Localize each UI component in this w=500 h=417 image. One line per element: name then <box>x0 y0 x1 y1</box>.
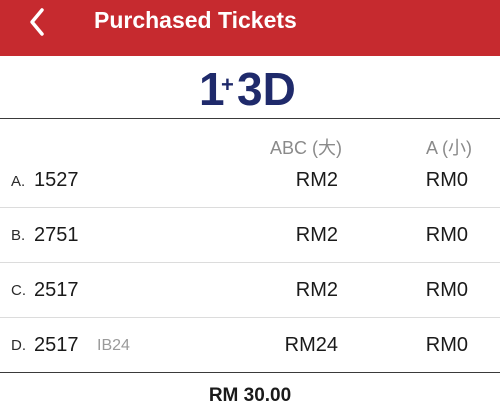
logo-part-2: 3D <box>237 63 296 112</box>
ticket-number: 2517 <box>34 334 79 356</box>
app-header: Purchased Tickets <box>0 0 500 56</box>
small-amount: RM0 <box>425 169 468 191</box>
ticket-row: D. 2517 IB24 RM24 RM0 <box>0 319 500 373</box>
chevron-left-icon <box>30 8 44 36</box>
row-letter: C. <box>11 282 26 299</box>
row-letter: A. <box>11 173 26 190</box>
small-amount: RM0 <box>425 224 468 246</box>
ticket-number: 2751 <box>34 224 79 246</box>
small-amount: RM0 <box>425 279 468 301</box>
big-amount: RM2 <box>295 279 338 301</box>
row-divider <box>0 317 500 318</box>
row-letter: B. <box>11 227 26 244</box>
total-divider <box>0 372 500 373</box>
ticket-row: A. 1527 RM2 RM0 <box>0 155 500 209</box>
header-divider <box>0 118 500 119</box>
ticket-row: C. 2517 RM2 RM0 <box>0 264 500 318</box>
total-amount: RM 30.00 <box>208 385 292 406</box>
small-amount: RM0 <box>425 334 468 356</box>
page-title: Purchased Tickets <box>94 7 297 33</box>
big-amount: RM2 <box>295 224 338 246</box>
ticket-number: 1527 <box>34 169 79 191</box>
game-logo-1plus3d: 1 + 3D <box>199 63 296 112</box>
big-amount: RM2 <box>295 169 338 191</box>
ticket-row: B. 2751 RM2 RM0 <box>0 209 500 263</box>
row-divider <box>0 207 500 208</box>
back-button[interactable] <box>20 4 60 44</box>
logo-plus: + <box>221 72 234 97</box>
big-amount: RM24 <box>284 334 338 356</box>
ticket-number: 2517 <box>34 279 79 301</box>
bet-type-label: IB24 <box>97 337 130 354</box>
row-divider <box>0 262 500 263</box>
row-letter: D. <box>11 337 26 354</box>
